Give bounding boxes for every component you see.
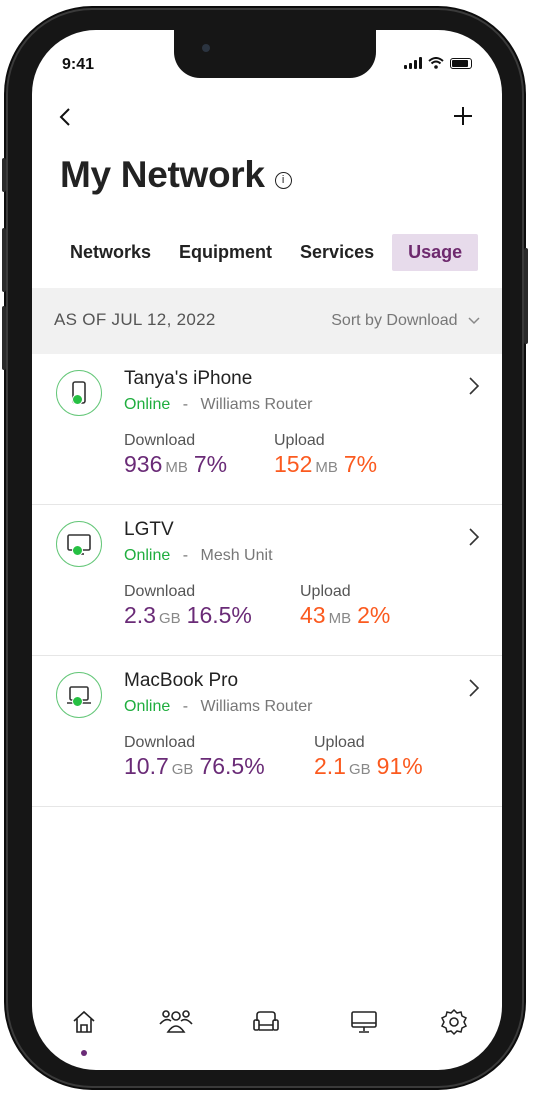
nav-people[interactable] [156, 1002, 196, 1042]
download-percent: 76.5% [199, 753, 265, 779]
connection-name: Williams Router [200, 396, 313, 413]
battery-icon [450, 58, 472, 69]
plus-icon [454, 107, 472, 125]
device-avatar [56, 521, 102, 567]
device-name: Tanya's iPhone [124, 368, 253, 389]
couch-icon [253, 1011, 279, 1031]
device-card[interactable]: MacBook Pro Online - Williams Router Dow… [32, 656, 502, 807]
upload-metric: Upload 43 MB 2% [300, 583, 390, 629]
download-unit: GB [171, 761, 194, 778]
download-value: 936 [124, 451, 163, 477]
upload-label: Upload [300, 583, 351, 600]
download-percent: 7% [193, 451, 228, 477]
online-status-dot [72, 394, 83, 405]
download-label: Download [124, 583, 196, 600]
online-status: Online [124, 698, 171, 715]
device-avatar [56, 672, 102, 718]
chevron-right-icon[interactable] [468, 376, 480, 402]
tab-bar: Networks Equipment Services Usage [60, 234, 486, 271]
status-icons [404, 57, 472, 69]
device-card[interactable]: Tanya's iPhone Online - Williams Router … [32, 354, 502, 505]
upload-unit: MB [328, 610, 352, 627]
nav-devices[interactable] [246, 1002, 286, 1042]
download-label: Download [124, 734, 196, 751]
upload-percent: 7% [343, 451, 378, 477]
status-time: 9:41 [62, 56, 95, 73]
mute-switch [2, 158, 6, 192]
power-button [524, 248, 528, 344]
tab-networks[interactable]: Networks [60, 234, 161, 271]
device-status-line: Online - Mesh Unit [124, 547, 273, 565]
upload-label: Upload [314, 734, 365, 751]
tab-services[interactable]: Services [290, 234, 384, 271]
upload-value: 2.1 [314, 753, 346, 779]
back-button[interactable] [58, 106, 72, 135]
page-title-row: My Network i [60, 154, 292, 196]
online-status: Online [124, 396, 171, 413]
download-metric: Download 936 MB 7% [124, 432, 227, 478]
bottom-nav [32, 970, 502, 1070]
upload-value: 43 [300, 602, 326, 628]
wifi-icon [428, 57, 444, 69]
status-separator: - [182, 396, 189, 413]
add-button[interactable] [452, 102, 474, 134]
sort-dropdown[interactable]: Sort by Download [331, 312, 480, 330]
online-status-dot [72, 545, 83, 556]
download-percent: 16.5% [186, 602, 252, 628]
chevron-down-icon [468, 317, 480, 325]
as-of-date: AS OF JUL 12, 2022 [54, 310, 216, 329]
screen: 9:41 My Network i Networks Equipment Ser… [32, 30, 502, 1070]
upload-unit: GB [348, 761, 371, 778]
settings-icon [440, 1008, 468, 1036]
upload-metric: Upload 152 MB 7% [274, 432, 377, 478]
device-name: LGTV [124, 519, 174, 540]
download-unit: GB [158, 610, 181, 627]
info-icon[interactable]: i [274, 171, 292, 189]
upload-value: 152 [274, 451, 313, 477]
device-status-line: Online - Williams Router [124, 396, 313, 414]
online-status-dot [72, 696, 83, 707]
nav-home[interactable] [64, 1002, 104, 1042]
status-separator: - [182, 547, 189, 564]
active-nav-indicator [81, 1050, 87, 1056]
home-icon [73, 1010, 95, 1033]
chevron-right-icon[interactable] [468, 527, 480, 553]
usage-date-bar: AS OF JUL 12, 2022 Sort by Download [32, 288, 502, 354]
device-card[interactable]: LGTV Online - Mesh Unit Download 2.3 GB 16… [32, 505, 502, 656]
notch [174, 30, 376, 78]
download-metric: Download 2.3 GB 16.5% [124, 583, 252, 629]
upload-percent: 91% [376, 753, 423, 779]
nav-settings[interactable] [434, 1002, 474, 1042]
camera-icon [202, 44, 210, 52]
chevron-right-icon[interactable] [468, 678, 480, 704]
tab-equipment[interactable]: Equipment [169, 234, 282, 271]
upload-unit: MB [315, 459, 338, 476]
device-status-line: Online - Williams Router [124, 698, 313, 716]
download-unit: MB [165, 459, 188, 476]
people-icon [159, 1010, 193, 1033]
download-value: 10.7 [124, 753, 169, 779]
chevron-left-icon [59, 108, 70, 126]
download-value: 2.3 [124, 602, 156, 628]
page-title: My Network [60, 154, 265, 195]
monitor-icon [351, 1011, 377, 1033]
device-avatar [56, 370, 102, 416]
tab-usage[interactable]: Usage [392, 234, 479, 271]
download-label: Download [124, 432, 196, 449]
volume-down-button [2, 306, 6, 370]
status-separator: - [182, 698, 189, 715]
sort-label: Sort by Download [331, 312, 458, 329]
connection-name: Williams Router [200, 698, 313, 715]
connection-name: Mesh Unit [200, 547, 273, 564]
upload-percent: 2% [357, 602, 391, 628]
volume-up-button [2, 228, 6, 292]
device-name: MacBook Pro [124, 670, 239, 691]
upload-metric: Upload 2.1 GB 91% [314, 734, 423, 780]
signal-icon [404, 57, 422, 69]
nav-monitor[interactable] [344, 1002, 384, 1042]
upload-label: Upload [274, 432, 325, 449]
download-metric: Download 10.7 GB 76.5% [124, 734, 265, 780]
online-status: Online [124, 547, 171, 564]
